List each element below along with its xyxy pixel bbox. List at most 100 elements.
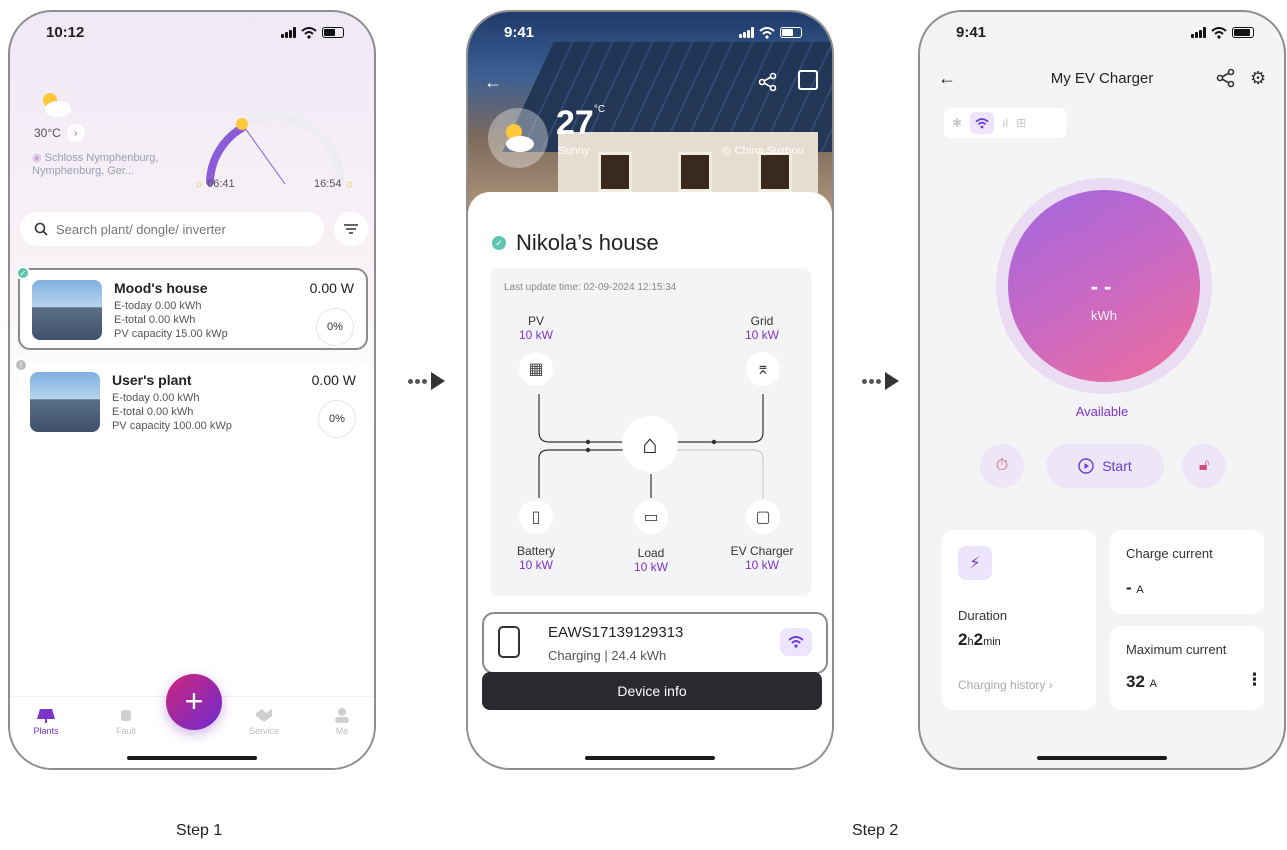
temperature: 27°C [556, 104, 606, 142]
signal-icon [739, 27, 754, 38]
status-icons [739, 26, 802, 39]
plant-power: 0.00 W [309, 280, 354, 296]
tab-plants[interactable]: Plants [16, 707, 76, 736]
filter-icon [344, 224, 358, 234]
tab-service[interactable]: Service [234, 707, 294, 736]
sunset-time: 16:54 ☼ [314, 178, 355, 190]
battery-value: 10 kW [518, 558, 553, 572]
search-bar[interactable] [20, 212, 324, 246]
location-pin-icon: ◉ [32, 152, 42, 164]
status-bar: 9:41 [956, 24, 1254, 41]
share-icon[interactable] [1216, 68, 1236, 88]
sunrise-time: ☼ 06:41 [194, 178, 235, 190]
plant-capacity: PV capacity 15.00 kWp [114, 328, 228, 340]
profile-icon [335, 708, 349, 723]
temperature-unit: °C [593, 104, 606, 115]
home-indicator [127, 756, 257, 760]
chevron-right-icon: › [1048, 678, 1053, 692]
charger-status: Available [1075, 404, 1129, 419]
battery-icon [780, 27, 802, 38]
header: ← My EV Charger ⚙ [920, 64, 1284, 94]
wifi-icon[interactable] [970, 112, 995, 134]
ethernet-icon[interactable]: ⊞ [1016, 116, 1026, 130]
duration-card: ⚡︎ Duration 2h2min Charging history › [942, 530, 1096, 710]
location-text: ◉ Schloss Nymphenburg, Nymphenburg, Ger.… [32, 152, 159, 177]
charge-current-value: - A [1126, 578, 1144, 597]
weather-condition: Sunny [558, 145, 590, 157]
tab-fault[interactable]: Fault [96, 707, 156, 736]
plant-e-total: E-total 0.00 kWh [114, 314, 196, 326]
max-current-value: 32 A [1126, 672, 1157, 691]
wifi-icon [1211, 26, 1227, 39]
device-info-button[interactable]: Device info [482, 672, 822, 710]
plant-card[interactable]: ! User's plant 0.00 W E-today 0.00 kWh E… [14, 358, 368, 444]
status-time: 9:41 [504, 24, 535, 41]
ev-value: 10 kW [744, 558, 779, 572]
chevron-right-icon[interactable]: › [66, 124, 85, 142]
connection-selector[interactable]: ✱ ıl ⊞ [944, 108, 1066, 138]
max-current-card: Maximum current 32 A ⋮ [1110, 626, 1264, 710]
status-bar: 9:41 [504, 24, 802, 41]
bluetooth-icon[interactable]: ✱ [952, 116, 962, 130]
wifi-icon [780, 628, 812, 656]
status-icons [281, 26, 344, 39]
lightning-icon: ⚡︎ [958, 546, 992, 580]
flow-arrow-icon [862, 372, 899, 390]
plant-capacity: PV capacity 100.00 kWp [112, 420, 232, 432]
tab-me[interactable]: Me [312, 707, 372, 736]
start-button[interactable]: Start [1046, 444, 1164, 488]
ev-label: EV Charger [730, 544, 794, 558]
plant-card[interactable]: ✓ Mood's house 0.00 W E-today 0.00 kWh E… [16, 266, 368, 350]
load-icon: ▭ [634, 500, 668, 534]
battery-icon [1232, 27, 1254, 38]
unlock-button[interactable]: 🔓︎ [1182, 444, 1226, 488]
filter-button[interactable] [334, 212, 368, 246]
plant-percent: 0% [316, 308, 354, 346]
sunrise-icon: ☼ [194, 178, 208, 190]
search-icon [34, 222, 48, 236]
home-indicator [585, 756, 715, 760]
online-status-icon: ✓ [16, 266, 30, 280]
wifi-icon [759, 26, 775, 39]
location: ◎ China,Suzhou [722, 145, 804, 157]
grid-label: Grid [750, 314, 774, 328]
max-current-label: Maximum current [1126, 642, 1227, 657]
phone-plant-detail: 9:41 ← 27°C Sunny ◎ China,Suzhou ✓ Nikol… [466, 10, 834, 770]
cellular-icon[interactable]: ıl [1002, 116, 1008, 130]
plant-percent: 0% [318, 400, 356, 438]
fault-icon [121, 710, 131, 721]
plant-e-today: E-today 0.00 kWh [114, 300, 202, 312]
sunset-icon: ☼ [341, 178, 355, 190]
plant-e-total: E-total 0.00 kWh [112, 406, 194, 418]
solar-panel-icon [37, 709, 55, 723]
duration-value: 2h2min [958, 630, 1001, 649]
back-arrow-icon[interactable]: ← [484, 72, 502, 93]
more-options-icon[interactable]: ⋮ [1246, 670, 1263, 690]
status-time: 9:41 [956, 24, 987, 41]
gear-icon[interactable]: ⚙ [1250, 68, 1266, 89]
scan-icon[interactable] [798, 70, 818, 90]
home-indicator [1037, 756, 1167, 760]
home-icon: ⌂ [622, 416, 678, 472]
offline-status-icon: ! [14, 358, 28, 372]
flow-arrow-icon [408, 372, 445, 390]
partly-sunny-icon [43, 93, 71, 117]
energy-dial: -- kWh [996, 178, 1212, 394]
energy-value: -- [1090, 274, 1118, 299]
plant-photo [32, 280, 102, 340]
share-icon[interactable] [758, 72, 778, 92]
search-input[interactable] [56, 221, 296, 237]
timer-button[interactable]: ⏱ [980, 444, 1024, 488]
load-value: 10 kW [633, 560, 668, 574]
online-status-icon: ✓ [492, 236, 506, 250]
play-icon [1078, 458, 1094, 474]
duration-label: Duration [958, 608, 1008, 623]
charge-current-card: Charge current - A [1110, 530, 1264, 614]
charge-current-label: Charge current [1126, 546, 1213, 561]
add-plant-button[interactable]: + [166, 674, 222, 730]
device-card[interactable]: EAWS17139129313 Charging | 24.4 kWh [482, 612, 828, 674]
charging-history-link[interactable]: Charging history › [958, 678, 1053, 692]
ev-charger-icon: ▢ [746, 500, 780, 534]
weather-temperature[interactable]: 30°C › [34, 124, 85, 142]
plant-power: 0.00 W [311, 372, 356, 388]
